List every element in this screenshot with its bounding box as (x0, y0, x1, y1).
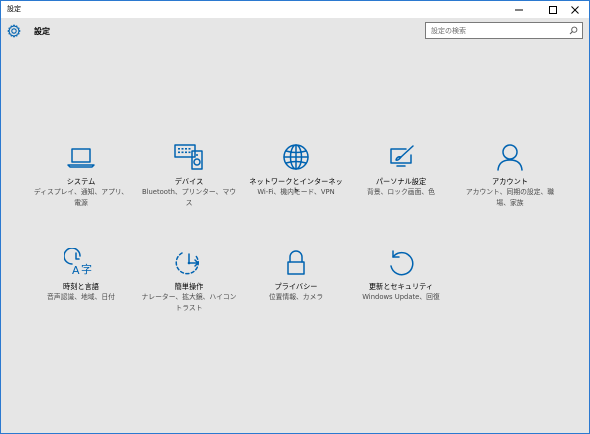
tile-label: パーソナル設定 (375, 177, 427, 186)
ease-of-access-icon (175, 252, 199, 275)
minimize-icon (515, 9, 523, 10)
tile-description: Wi-Fi、機内モード、VPN (257, 188, 335, 196)
tile-label: 時刻と言語 (63, 282, 99, 291)
search-placeholder: 設定の検索 (431, 27, 466, 35)
clock-language-icon: A 字 (64, 248, 92, 277)
paintbrush-icon (390, 145, 414, 167)
tile-network[interactable]: ネットワークとインターネット Wi-Fi、機内モード、VPN (246, 143, 346, 223)
tile-description: ディスプレイ、通知、アプリ、電源 (33, 188, 129, 207)
tile-label: プライバシー (274, 282, 318, 291)
keyboard-speaker-icon (174, 144, 203, 170)
refresh-icon (390, 250, 414, 276)
tile-personalization[interactable]: パーソナル設定 背景、ロック画面、色 (351, 143, 451, 223)
search-icon[interactable] (569, 26, 578, 35)
tile-time-language[interactable]: A 字 時刻と言語 音声認識、地域、日付 (31, 248, 131, 328)
title-bar[interactable]: 設定 (1, 1, 589, 18)
tile-description: Bluetooth、プリンター、マウス (141, 188, 237, 207)
lock-icon (287, 250, 305, 275)
tile-devices[interactable]: デバイス Bluetooth、プリンター、マウス (139, 143, 239, 223)
maximize-icon (549, 5, 557, 14)
tile-privacy[interactable]: プライバシー 位置情報、カメラ (246, 248, 346, 328)
tile-description: Windows Update、回復 (362, 293, 440, 301)
tile-label: 更新とセキュリティ (368, 282, 434, 291)
tile-ease-of-access[interactable]: 簡単操作 ナレーター、拡大鏡、ハイコントラスト (139, 248, 239, 328)
close-icon (571, 5, 579, 14)
laptop-icon (67, 148, 95, 168)
svg-text:字: 字 (81, 262, 92, 276)
tile-system[interactable]: システム ディスプレイ、通知、アプリ、電源 (31, 143, 131, 223)
window-title: 設定 (7, 5, 21, 13)
tile-description: 位置情報、カメラ (268, 293, 324, 301)
gear-icon (7, 24, 21, 38)
tile-description: 音声認識、地域、日付 (47, 293, 115, 301)
settings-window: 設定 設定 設定の検索 システム ディスプレイ、通知、アプリ、電源 デバイス B… (0, 0, 590, 434)
tile-description: 背景、ロック画面、色 (367, 188, 435, 196)
tile-label: システム (66, 177, 96, 186)
minimize-button[interactable] (505, 1, 533, 18)
search-box[interactable]: 設定の検索 (425, 22, 583, 39)
tile-label: 簡単操作 (174, 282, 204, 291)
tile-label: アカウント (492, 177, 528, 186)
tile-label: デバイス (174, 177, 204, 186)
tile-update-security[interactable]: 更新とセキュリティ Windows Update、回復 (351, 248, 451, 328)
globe-icon (283, 144, 309, 170)
svg-text:A: A (72, 264, 80, 277)
page-title: 設定 (34, 27, 50, 36)
tile-description: ナレーター、拡大鏡、ハイコントラスト (141, 293, 237, 312)
tile-description: アカウント、同期の設定、職場、家族 (465, 188, 555, 207)
person-icon (497, 144, 523, 171)
close-button[interactable] (561, 1, 589, 18)
tile-accounts[interactable]: アカウント アカウント、同期の設定、職場、家族 (460, 143, 560, 223)
